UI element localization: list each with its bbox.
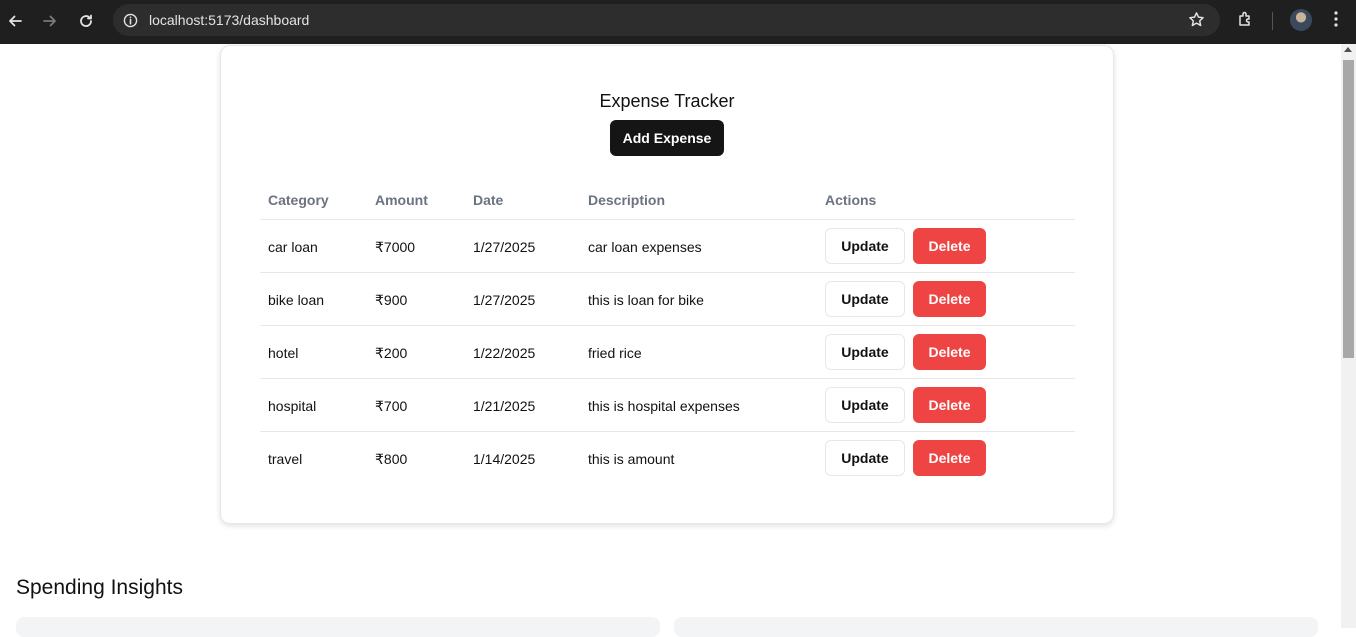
header-actions: Actions bbox=[825, 192, 877, 208]
delete-button[interactable]: Delete bbox=[913, 228, 986, 264]
expense-table: Category Amount Date Description Actions… bbox=[260, 182, 1075, 485]
scroll-up-arrow-icon[interactable] bbox=[1344, 47, 1352, 52]
toolbar-divider bbox=[1272, 12, 1273, 30]
header-category: Category bbox=[268, 192, 329, 208]
header-date: Date bbox=[473, 192, 504, 208]
cell-category: travel bbox=[268, 451, 303, 467]
cell-description: this is amount bbox=[588, 451, 675, 467]
table-row: car loan ₹7000 1/27/2025 car loan expens… bbox=[260, 220, 1075, 273]
profile-avatar[interactable] bbox=[1290, 9, 1312, 31]
browser-toolbar: localhost:5173/dashboard bbox=[0, 0, 1356, 44]
scroll-thumb[interactable] bbox=[1343, 60, 1354, 358]
delete-button[interactable]: Delete bbox=[913, 387, 986, 423]
cell-amount: ₹800 bbox=[375, 451, 408, 467]
cell-date: 1/22/2025 bbox=[473, 345, 536, 361]
cell-date: 1/27/2025 bbox=[473, 292, 536, 308]
update-button[interactable]: Update bbox=[825, 228, 905, 264]
cell-amount: ₹700 bbox=[375, 398, 408, 414]
table-row: bike loan ₹900 1/27/2025 this is loan fo… bbox=[260, 273, 1075, 326]
insights-heading: Spending Insights bbox=[16, 576, 183, 599]
cell-date: 1/21/2025 bbox=[473, 398, 536, 414]
update-button[interactable]: Update bbox=[825, 334, 905, 370]
header-description: Description bbox=[588, 192, 666, 208]
insight-panel-left bbox=[16, 617, 660, 637]
cell-amount: ₹900 bbox=[375, 292, 408, 308]
cell-amount: ₹7000 bbox=[375, 239, 416, 255]
cell-category: hotel bbox=[268, 345, 299, 361]
delete-button[interactable]: Delete bbox=[913, 440, 986, 476]
table-row: hotel ₹200 1/22/2025 fried rice Update D… bbox=[260, 326, 1075, 379]
table-header: Category Amount Date Description Actions bbox=[260, 182, 1075, 220]
back-icon[interactable] bbox=[1, 7, 29, 35]
cell-description: car loan expenses bbox=[588, 239, 702, 255]
cell-category: hospital bbox=[268, 398, 317, 414]
insight-panel-right bbox=[674, 617, 1318, 637]
cell-category: car loan bbox=[268, 239, 318, 255]
more-menu-icon[interactable] bbox=[1331, 10, 1341, 33]
page-scrollbar[interactable] bbox=[1341, 44, 1356, 628]
page-title: Expense Tracker bbox=[599, 91, 735, 111]
header-amount: Amount bbox=[375, 192, 428, 208]
cell-amount: ₹200 bbox=[375, 345, 408, 361]
bookmark-star-icon[interactable] bbox=[1188, 11, 1206, 29]
delete-button[interactable]: Delete bbox=[913, 334, 986, 370]
table-row: hospital ₹700 1/21/2025 this is hospital… bbox=[260, 379, 1075, 432]
update-button[interactable]: Update bbox=[825, 440, 905, 476]
extensions-icon[interactable] bbox=[1237, 10, 1255, 33]
cell-category: bike loan bbox=[268, 292, 325, 308]
cell-date: 1/27/2025 bbox=[473, 239, 536, 255]
update-button[interactable]: Update bbox=[825, 387, 905, 423]
reload-icon[interactable] bbox=[72, 7, 100, 35]
update-button[interactable]: Update bbox=[825, 281, 905, 317]
forward-icon[interactable] bbox=[36, 7, 64, 35]
cell-description: this is loan for bike bbox=[588, 292, 704, 308]
cell-description: this is hospital expenses bbox=[588, 398, 740, 414]
address-bar[interactable]: localhost:5173/dashboard bbox=[113, 4, 1220, 36]
site-info-icon[interactable] bbox=[121, 11, 139, 29]
cell-date: 1/14/2025 bbox=[473, 451, 536, 467]
add-expense-button[interactable]: Add Expense bbox=[610, 120, 724, 156]
url-text[interactable]: localhost:5173/dashboard bbox=[149, 12, 309, 28]
table-row: travel ₹800 1/14/2025 this is amount Upd… bbox=[260, 432, 1075, 485]
delete-button[interactable]: Delete bbox=[913, 281, 986, 317]
expense-card: Expense Tracker Add Expense Category Amo… bbox=[220, 45, 1114, 524]
cell-description: fried rice bbox=[588, 345, 642, 361]
